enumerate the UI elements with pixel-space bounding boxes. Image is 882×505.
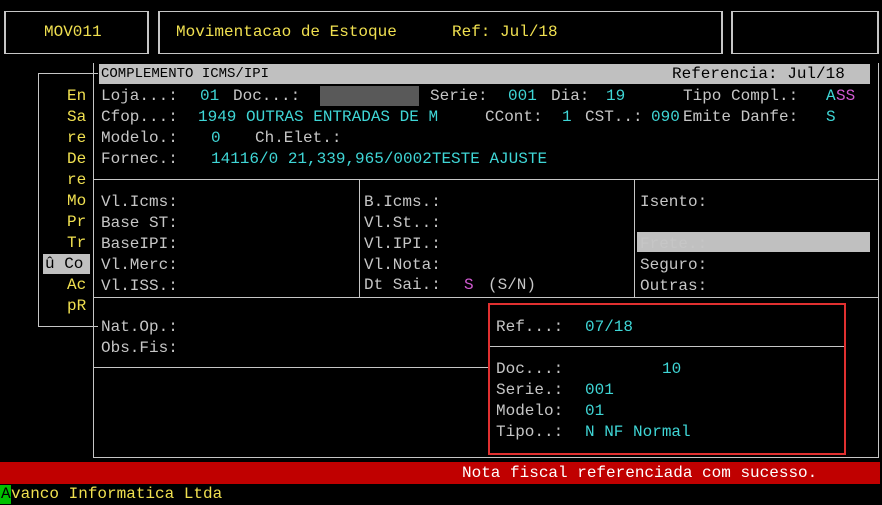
modelo-field[interactable]: 0 xyxy=(211,128,221,149)
popup-serie-label: Serie.: xyxy=(496,381,564,399)
ccont-field[interactable]: 1 xyxy=(562,107,572,128)
serie-label: Serie: xyxy=(430,87,488,105)
cst-field[interactable]: 090 xyxy=(651,107,680,128)
dia-label: Dia: xyxy=(551,87,590,105)
popup-modelo-label: Modelo: xyxy=(496,402,564,420)
popup-tipo-field[interactable]: N NF Normal xyxy=(585,422,691,443)
side-menu-item[interactable]: Pr xyxy=(67,212,86,233)
dt-sai-label: Dt Sai.: xyxy=(364,276,441,294)
cst-label: CST..: xyxy=(585,108,643,126)
tipo-compl-field[interactable]: A xyxy=(826,86,836,107)
value-field-label: Base ST: xyxy=(101,214,178,232)
value-field-label: Seguro: xyxy=(640,256,708,274)
divider xyxy=(94,297,878,298)
value-field-label: Vl.ISS.: xyxy=(101,277,178,295)
fornec-label: Fornec.: xyxy=(101,150,178,168)
dt-sai-field[interactable]: S xyxy=(464,275,474,296)
obsfis-label: Obs.Fis: xyxy=(101,339,178,357)
side-menu-item[interactable]: En xyxy=(67,86,86,107)
popup-modelo-field[interactable]: 01 xyxy=(585,401,604,422)
window-ref: Ref: Jul/18 xyxy=(452,23,558,41)
cfop-label: Cfop...: xyxy=(101,108,178,126)
side-menu-item[interactable]: û Co xyxy=(45,254,83,275)
emite-danfe-label: Emite Danfe: xyxy=(683,108,799,126)
value-field-label: Frete.: xyxy=(640,235,708,253)
divider xyxy=(490,346,844,347)
divider xyxy=(359,180,360,297)
side-menu-item[interactable]: re xyxy=(67,170,86,191)
side-menu-item[interactable]: Mo xyxy=(67,191,86,212)
value-field-label: Vl.St..: xyxy=(364,214,441,232)
company-name: vanco Informatica Ltda xyxy=(11,485,223,503)
value-field-label: Vl.IPI.: xyxy=(364,235,441,253)
side-menu-item[interactable]: Ac xyxy=(67,275,86,296)
divider xyxy=(634,180,635,297)
fornec-field[interactable]: 14116/0 21,339,965/0002TESTE AJUSTE xyxy=(211,149,547,170)
value-field-label: B.Icms.: xyxy=(364,193,441,211)
value-field-label: Vl.Merc: xyxy=(101,256,178,274)
value-field-label: Vl.Icms: xyxy=(101,193,178,211)
program-code: MOV011 xyxy=(44,23,102,41)
popup-serie-field[interactable]: 001 xyxy=(585,380,614,401)
cfop-field[interactable]: 1949 OUTRAS ENTRADAS DE M xyxy=(198,107,438,128)
value-field-label: BaseIPI: xyxy=(101,235,178,253)
dia-field[interactable]: 19 xyxy=(606,86,625,107)
window-title: Movimentacao de Estoque xyxy=(176,23,397,41)
side-menu-item[interactable]: Tr xyxy=(67,233,86,254)
popup-doc-field[interactable]: 10 xyxy=(662,359,681,380)
popup-ref-field[interactable]: 07/18 xyxy=(585,317,633,338)
ccont-label: CCont: xyxy=(485,108,543,126)
value-field-label: Outras: xyxy=(640,277,708,295)
value-field-label: Vl.Nota: xyxy=(364,256,441,274)
popup-doc-label: Doc...: xyxy=(496,360,564,378)
divider xyxy=(94,179,878,180)
serie-field[interactable]: 001 xyxy=(508,86,537,107)
loja-label: Loja...: xyxy=(101,87,178,105)
doc-label: Doc...: xyxy=(233,87,301,105)
natop-label: Nat.Op.: xyxy=(101,318,178,336)
side-menu-item[interactable]: re xyxy=(67,128,86,149)
tipo-compl-field-rest: SS xyxy=(836,87,856,105)
right-header-box xyxy=(731,11,879,54)
loja-field[interactable]: 01 xyxy=(200,86,219,107)
modelo-label: Modelo.: xyxy=(101,129,178,147)
side-menu-item[interactable]: pR xyxy=(67,296,86,317)
popup-tipo-label: Tipo..: xyxy=(496,423,564,441)
panel-referencia: Referencia: Jul/18 xyxy=(672,65,845,83)
side-menu-item[interactable]: Sa xyxy=(67,107,86,128)
value-field-label[interactable]: Outras Despesas xyxy=(640,213,784,234)
chelet-label: Ch.Elet.: xyxy=(255,129,342,147)
company-first-letter: A xyxy=(1,485,11,503)
value-field-label: Isento: xyxy=(640,193,708,211)
panel-title: COMPLEMENTO ICMS/IPI xyxy=(101,66,270,82)
popup-ref-label: Ref...: xyxy=(496,318,564,336)
tipo-compl-label: Tipo Compl.: xyxy=(683,87,799,105)
status-message: Nota fiscal referenciada com sucesso. xyxy=(462,464,818,482)
doc-field[interactable] xyxy=(320,86,419,106)
dt-sai-hint: (S/N) xyxy=(488,276,537,294)
emite-danfe-field[interactable]: S xyxy=(826,107,836,128)
side-menu-item[interactable]: De xyxy=(67,149,86,170)
divider xyxy=(94,367,489,368)
